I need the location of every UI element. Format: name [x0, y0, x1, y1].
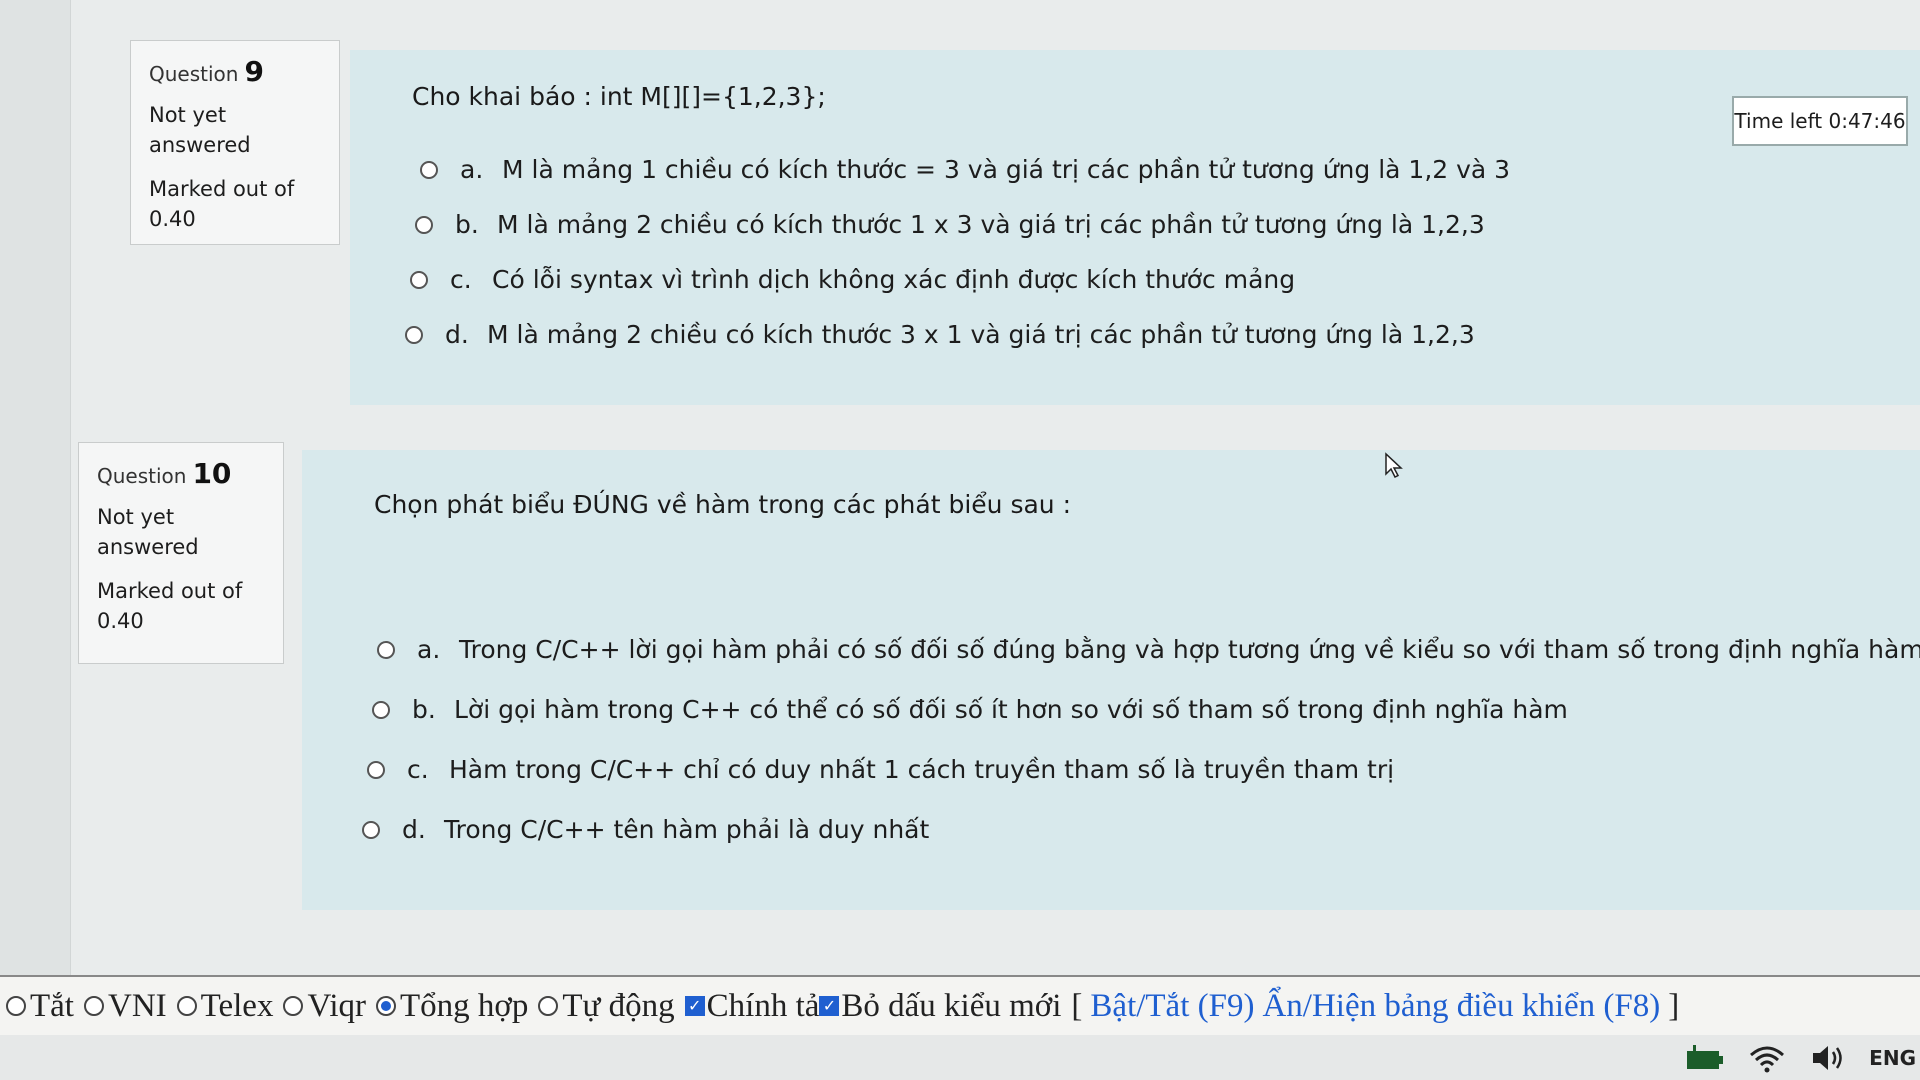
ime-mode-off[interactable]: Tắt	[6, 988, 74, 1025]
mouse-cursor-icon	[1385, 452, 1403, 478]
question-text: Cho khai báo : int M[][]={1,2,3};	[412, 82, 826, 111]
radio-button[interactable]	[415, 215, 433, 234]
radio-button[interactable]	[367, 760, 385, 779]
answer-option-b[interactable]: b. M là mảng 2 chiều có kích thước 1 x 3…	[415, 210, 1485, 239]
question-mark: Marked out of 0.40	[149, 177, 295, 231]
radio-button[interactable]	[420, 160, 438, 179]
radio-button[interactable]	[405, 325, 423, 344]
radio-button[interactable]	[83, 996, 104, 1016]
option-text: Trong C/C++ lời gọi hàm phải có số đối s…	[459, 635, 1920, 664]
radio-button[interactable]	[176, 996, 197, 1016]
answer-option-d[interactable]: d. M là mảng 2 chiều có kích thước 3 x 1…	[405, 320, 1475, 349]
question-info-9: Question 9 Not yet answered Marked out of 0…	[130, 40, 340, 245]
taskbar: ENG	[0, 1035, 1920, 1080]
ime-mode-viqr[interactable]: Viqr	[283, 988, 366, 1025]
answer-option-a[interactable]: a. M là mảng 1 chiều có kích thước = 3 v…	[420, 155, 1510, 184]
bracket-close: ]	[1668, 987, 1680, 1024]
wifi-icon[interactable]	[1747, 1043, 1787, 1073]
ime-mode-auto[interactable]: Tự động	[538, 988, 675, 1025]
answer-option-d[interactable]: d. Trong C/C++ tên hàm phải là duy nhất	[362, 815, 929, 844]
option-text: Trong C/C++ tên hàm phải là duy nhất	[444, 815, 930, 844]
question-mark: Marked out of 0.40	[97, 579, 243, 633]
bracket-open: [	[1071, 987, 1083, 1024]
option-text: M là mảng 1 chiều có kích thước = 3 và g…	[502, 155, 1511, 184]
question-panel-9: Cho khai báo : int M[][]={1,2,3}; a. M l…	[350, 50, 1920, 405]
option-letter: c.	[407, 755, 429, 784]
page-left-margin	[0, 0, 71, 975]
radio-button[interactable]	[410, 270, 428, 289]
question-number-label: Question 10	[97, 457, 232, 490]
volume-icon[interactable]	[1809, 1043, 1849, 1073]
question-info-10: Question 10 Not yet answered Marked out of…	[78, 442, 284, 664]
answer-option-b[interactable]: b. Lời gọi hàm trong C++ có thể có số đố…	[372, 695, 1568, 724]
option-letter: d.	[402, 815, 426, 844]
question-number: 10	[192, 457, 232, 490]
question-state: Not yet answered	[149, 103, 251, 157]
option-letter: c.	[450, 265, 472, 294]
option-text: M là mảng 2 chiều có kích thước 3 x 1 và…	[487, 320, 1475, 349]
radio-button[interactable]	[372, 700, 390, 719]
panel-toggle-link[interactable]: Ẩn/Hiện bảng điều khiển (F8)	[1262, 988, 1660, 1025]
question-number-label: Question 9	[149, 55, 264, 88]
radio-button-selected[interactable]	[375, 996, 396, 1016]
ime-mode-combined[interactable]: Tổng hợp	[375, 988, 528, 1025]
option-letter: b.	[455, 210, 479, 239]
radio-button[interactable]	[377, 640, 395, 659]
option-letter: a.	[460, 155, 484, 184]
radio-button[interactable]	[362, 820, 380, 839]
ime-mode-telex[interactable]: Telex	[176, 988, 273, 1025]
option-text: Có lỗi syntax vì trình dịch không xác đị…	[492, 265, 1296, 294]
ime-spellcheck[interactable]: ✓ Chính tả	[684, 988, 819, 1025]
answer-option-a[interactable]: a. Trong C/C++ lời gọi hàm phải có số đố…	[377, 635, 1920, 664]
toggle-link[interactable]: Bật/Tắt (F9)	[1090, 988, 1254, 1025]
question-text: Chọn phát biểu ĐÚNG về hàm trong các phá…	[374, 490, 1072, 519]
radio-button[interactable]	[538, 996, 559, 1016]
ime-control-bar: Tắt VNI Telex Viqr Tổng hợp Tự động ✓ Chí…	[0, 975, 1920, 1035]
ime-mode-vni[interactable]: VNI	[83, 988, 167, 1025]
option-letter: a.	[417, 635, 441, 664]
time-left: Time left 0:47:46	[1732, 96, 1908, 146]
language-indicator[interactable]: ENG	[1869, 1046, 1916, 1070]
option-text: Lời gọi hàm trong C++ có thể có số đối s…	[454, 695, 1568, 724]
option-text: Hàm trong C/C++ chỉ có duy nhất 1 cách t…	[449, 755, 1395, 784]
radio-button[interactable]	[6, 996, 26, 1016]
ime-new-tone-style[interactable]: ✓ Bỏ dấu kiểu mới	[819, 988, 1061, 1025]
answer-option-c[interactable]: c. Hàm trong C/C++ chỉ có duy nhất 1 các…	[367, 755, 1394, 784]
answer-option-c[interactable]: c. Có lỗi syntax vì trình dịch không xác…	[410, 265, 1295, 294]
question-state: Not yet answered	[97, 505, 199, 559]
battery-icon[interactable]	[1685, 1043, 1725, 1073]
checkbox-checked[interactable]: ✓	[819, 996, 840, 1016]
question-number: 9	[244, 55, 264, 88]
checkbox-checked[interactable]: ✓	[684, 996, 705, 1016]
option-text: M là mảng 2 chiều có kích thước 1 x 3 và…	[497, 210, 1485, 239]
option-letter: d.	[445, 320, 469, 349]
question-panel-10: Chọn phát biểu ĐÚNG về hàm trong các phá…	[302, 450, 1920, 910]
option-letter: b.	[412, 695, 436, 724]
radio-button[interactable]	[283, 996, 304, 1016]
